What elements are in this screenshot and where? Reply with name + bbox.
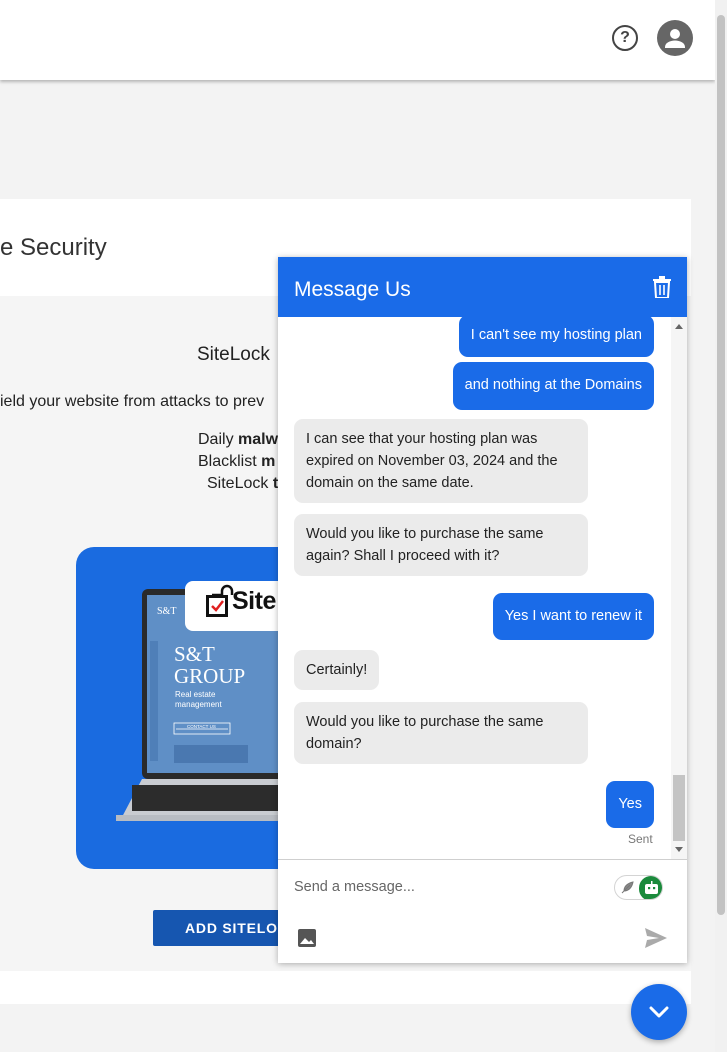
chevron-down-icon [649, 1006, 669, 1018]
bot-toggle[interactable] [614, 875, 663, 900]
person-icon [665, 29, 685, 48]
message-list[interactable]: I can't see my hosting plan and nothing … [278, 317, 687, 859]
message-status: Sent [628, 832, 653, 846]
hero-company: S&T GROUP [174, 642, 246, 688]
trash-icon[interactable] [652, 276, 672, 298]
feature-item: Blacklist m [198, 453, 276, 470]
hero-tagline: Real estate management [175, 690, 222, 709]
message-input[interactable] [294, 872, 604, 902]
scroll-down-arrow-icon[interactable] [675, 847, 683, 852]
user-message: Yes I want to renew it [492, 593, 654, 640]
user-message: I can't see my hosting plan [458, 317, 654, 357]
agent-message: Would you like to purchase the same agai… [294, 514, 588, 576]
top-bar: ? [0, 0, 715, 80]
agent-message: I can see that your hosting plan was exp… [294, 419, 588, 503]
toggle-active-knob [639, 876, 662, 899]
chat-header: Message Us [278, 257, 687, 317]
card-title: e Security [0, 234, 107, 261]
sitelock-hero-image: Site S&T S&T GROUP Real estate managemen… [76, 547, 306, 869]
chat-scrollbar[interactable] [671, 317, 687, 859]
user-message: Yes [606, 781, 654, 828]
chat-scrollbar-thumb[interactable] [673, 775, 685, 841]
agent-message: Certainly! [294, 650, 380, 690]
collapse-chat-button[interactable] [631, 984, 687, 1040]
account-avatar-icon[interactable] [657, 20, 693, 56]
chat-widget: Message Us I can't see my hosting plan a… [278, 257, 687, 963]
scroll-up-arrow-icon[interactable] [675, 324, 683, 329]
chat-title: Message Us [294, 278, 411, 301]
send-icon[interactable] [644, 927, 668, 949]
page-scrollbar[interactable] [715, 0, 727, 1052]
robot-icon [645, 881, 658, 894]
hero-logo-text: S&T [157, 606, 177, 617]
user-message: and nothing at the Domains [452, 362, 654, 410]
page-scrollbar-thumb[interactable] [717, 15, 725, 915]
attach-image-icon[interactable] [297, 928, 317, 948]
feature-item: SiteLock t [207, 475, 279, 492]
product-title: SiteLock [197, 344, 270, 365]
hero-brand: Site [232, 587, 276, 615]
feather-icon [621, 881, 634, 894]
agent-message: Would you like to purchase the same doma… [294, 702, 588, 764]
composer-divider [278, 859, 687, 860]
hero-cta: CONTACT US [187, 724, 216, 729]
product-description: ield your website from attacks to prev [0, 393, 265, 410]
feature-item: Daily malw [198, 431, 279, 448]
help-icon[interactable]: ? [612, 25, 638, 51]
